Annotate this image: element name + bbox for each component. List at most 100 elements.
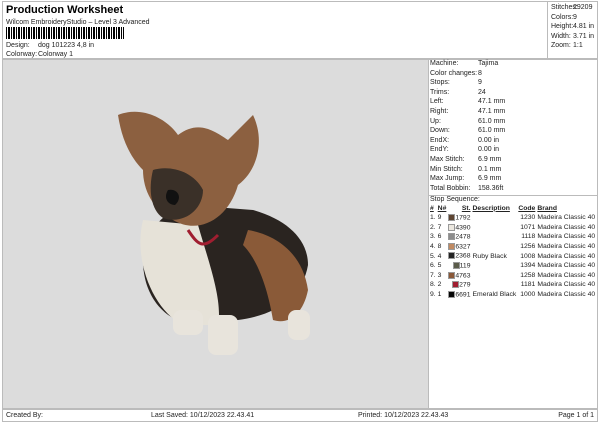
detail-value: 6.9 mm	[478, 155, 502, 163]
colorway-info: Colorway:Colorway 1	[6, 51, 73, 58]
thread-brand: Madeira Classic 40	[537, 242, 596, 250]
thread-code: 1071	[520, 223, 536, 231]
stop-index: 7.	[430, 271, 436, 279]
detail-row: Stops: 9	[428, 79, 597, 89]
detail-row: Color changes:8	[428, 70, 597, 80]
detail-row: Total Bobbin: 158.36ft	[428, 185, 597, 195]
detail-label: Right:	[430, 107, 449, 115]
thread-description	[472, 223, 518, 233]
column-header: Code	[518, 204, 536, 212]
stop-index: 4.	[430, 242, 436, 250]
stitch-count: 2368	[447, 251, 471, 261]
detail-value: 0.00 in	[478, 146, 500, 154]
table-row: 3. 6 2478 1118 Madeira Classic 40	[429, 232, 596, 242]
thread-brand: Madeira Classic 40	[537, 223, 596, 231]
colorway-label: Colorway:	[6, 51, 38, 58]
needle-number: 1	[437, 290, 442, 298]
stitch-count-value: 279	[459, 281, 471, 289]
thread-code: 1000	[520, 290, 536, 298]
stitch-count: 4763	[447, 270, 471, 280]
footer: Created By: Last Saved: 10/12/2023 22.43…	[2, 409, 598, 422]
stat-value: 29209	[573, 4, 593, 11]
stitch-count-value: 6691	[455, 291, 471, 299]
stop-index: 3.	[430, 233, 436, 241]
stat-value: 3.71 in	[573, 32, 595, 40]
detail-label: Total Bobbin:	[430, 184, 471, 192]
stat-row: Colors:9	[551, 14, 599, 24]
stop-sequence-title: Stop Sequence:	[428, 195, 597, 203]
stat-value: 4.81 in	[573, 23, 595, 30]
thread-brand: Madeira Classic 40	[537, 252, 596, 260]
thread-description	[472, 280, 518, 290]
needle-number: 4	[437, 252, 442, 260]
machine-details: Machine: Tajima Color changes:8 Stops: 9 Trim…	[428, 60, 597, 194]
created-by: Created By:	[6, 412, 43, 419]
detail-row: Right: 47.1 mm	[428, 108, 597, 118]
table-row: 9. 1 6691 Emerald Black 1000 Madeira Classic …	[429, 290, 596, 300]
stitch-count-value: 6327	[455, 243, 471, 251]
detail-label: Max Jump:	[430, 175, 465, 183]
detail-value: 47.1 mm	[478, 98, 506, 106]
thread-description: Emerald Black	[472, 290, 517, 298]
stop-index: 9.	[430, 290, 436, 298]
stop-index: 5.	[430, 252, 436, 260]
column-header: St.	[461, 204, 471, 212]
worksheet-header: Production Worksheet Wilcom EmbroiderySt…	[2, 1, 598, 59]
thread-description: Ruby Black	[472, 252, 507, 260]
design-info: Design: dog 101223 4,8 in	[6, 42, 94, 49]
detail-label: EndY:	[430, 146, 449, 154]
detail-row: Max Stitch: 6.9 mm	[428, 156, 597, 166]
table-row: 7. 3 4763 1258 Madeira Classic 40	[429, 270, 596, 280]
stitch-count-value: 119	[459, 262, 471, 270]
thread-brand: Madeira Classic 40	[537, 281, 596, 289]
detail-value: 0.00 in	[478, 136, 500, 144]
stitch-count-value: 2478	[455, 233, 471, 241]
thread-description	[472, 213, 518, 223]
stop-sequence-table: # N# St. Description Code Brand 1. 9 1792 1230 Ma…	[429, 203, 596, 299]
table-row: 4. 8 6327 1256 Madeira Classic 40	[429, 242, 596, 252]
detail-label: Down:	[430, 127, 450, 135]
stat-row: Zoom: 1:1	[551, 42, 599, 52]
stat-value: 9	[573, 13, 577, 21]
design-label: Design:	[6, 42, 30, 49]
thread-code: 1258	[520, 271, 536, 279]
needle-number: 9	[437, 214, 442, 222]
needle-number: 8	[437, 242, 442, 250]
thread-description	[472, 270, 518, 280]
column-header: #	[430, 204, 434, 212]
page-title: Production Worksheet	[6, 4, 124, 16]
detail-value: 6.9 mm	[478, 175, 502, 183]
dog-embroidery-image	[118, 111, 310, 355]
stat-row: Width: 3.71 in	[551, 33, 599, 43]
barcode	[6, 27, 124, 39]
thread-brand: Madeira Classic 40	[537, 262, 596, 270]
needle-number: 7	[437, 223, 442, 231]
detail-label: EndX:	[430, 136, 450, 144]
detail-label: Color changes:	[430, 69, 478, 77]
stats-box: Stitches:29209 Colors:9 Height:4.81 in Widt…	[547, 2, 599, 58]
stat-row: Stitches:29209	[551, 4, 599, 14]
stitch-count-value: 2368	[455, 252, 471, 260]
detail-label: Min Stitch:	[430, 165, 463, 173]
table-row: 6. 5 119 1394 Madeira Classic 40	[429, 261, 596, 271]
detail-value: 47.1 mm	[478, 107, 506, 115]
detail-label: Up:	[430, 117, 441, 125]
stitch-count-value: 1792	[455, 214, 471, 222]
thread-brand: Madeira Classic 40	[537, 271, 596, 279]
table-row: 1. 9 1792 1230 Madeira Classic 40	[429, 213, 596, 223]
software-name: Wilcom EmbroideryStudio – Level 3 Advanc…	[6, 19, 150, 26]
detail-row: EndX: 0.00 in	[428, 137, 597, 147]
detail-row: Down: 61.0 mm	[428, 127, 597, 137]
table-header: # N# St. Description Code Brand	[429, 203, 596, 213]
detail-row: Machine: Tajima	[428, 60, 597, 70]
detail-value: 61.0 mm	[478, 117, 506, 125]
thread-brand: Madeira Classic 40	[537, 290, 596, 298]
detail-value: 24	[478, 88, 486, 96]
thread-brand: Madeira Classic 40	[537, 233, 596, 241]
needle-number: 6	[437, 233, 442, 241]
stat-row: Height:4.81 in	[551, 23, 599, 33]
stat-label: Zoom:	[551, 42, 571, 49]
stat-label: Stitches:	[551, 4, 578, 11]
detail-row: Min Stitch: 0.1 mm	[428, 166, 597, 176]
thread-code: 1230	[520, 214, 536, 222]
